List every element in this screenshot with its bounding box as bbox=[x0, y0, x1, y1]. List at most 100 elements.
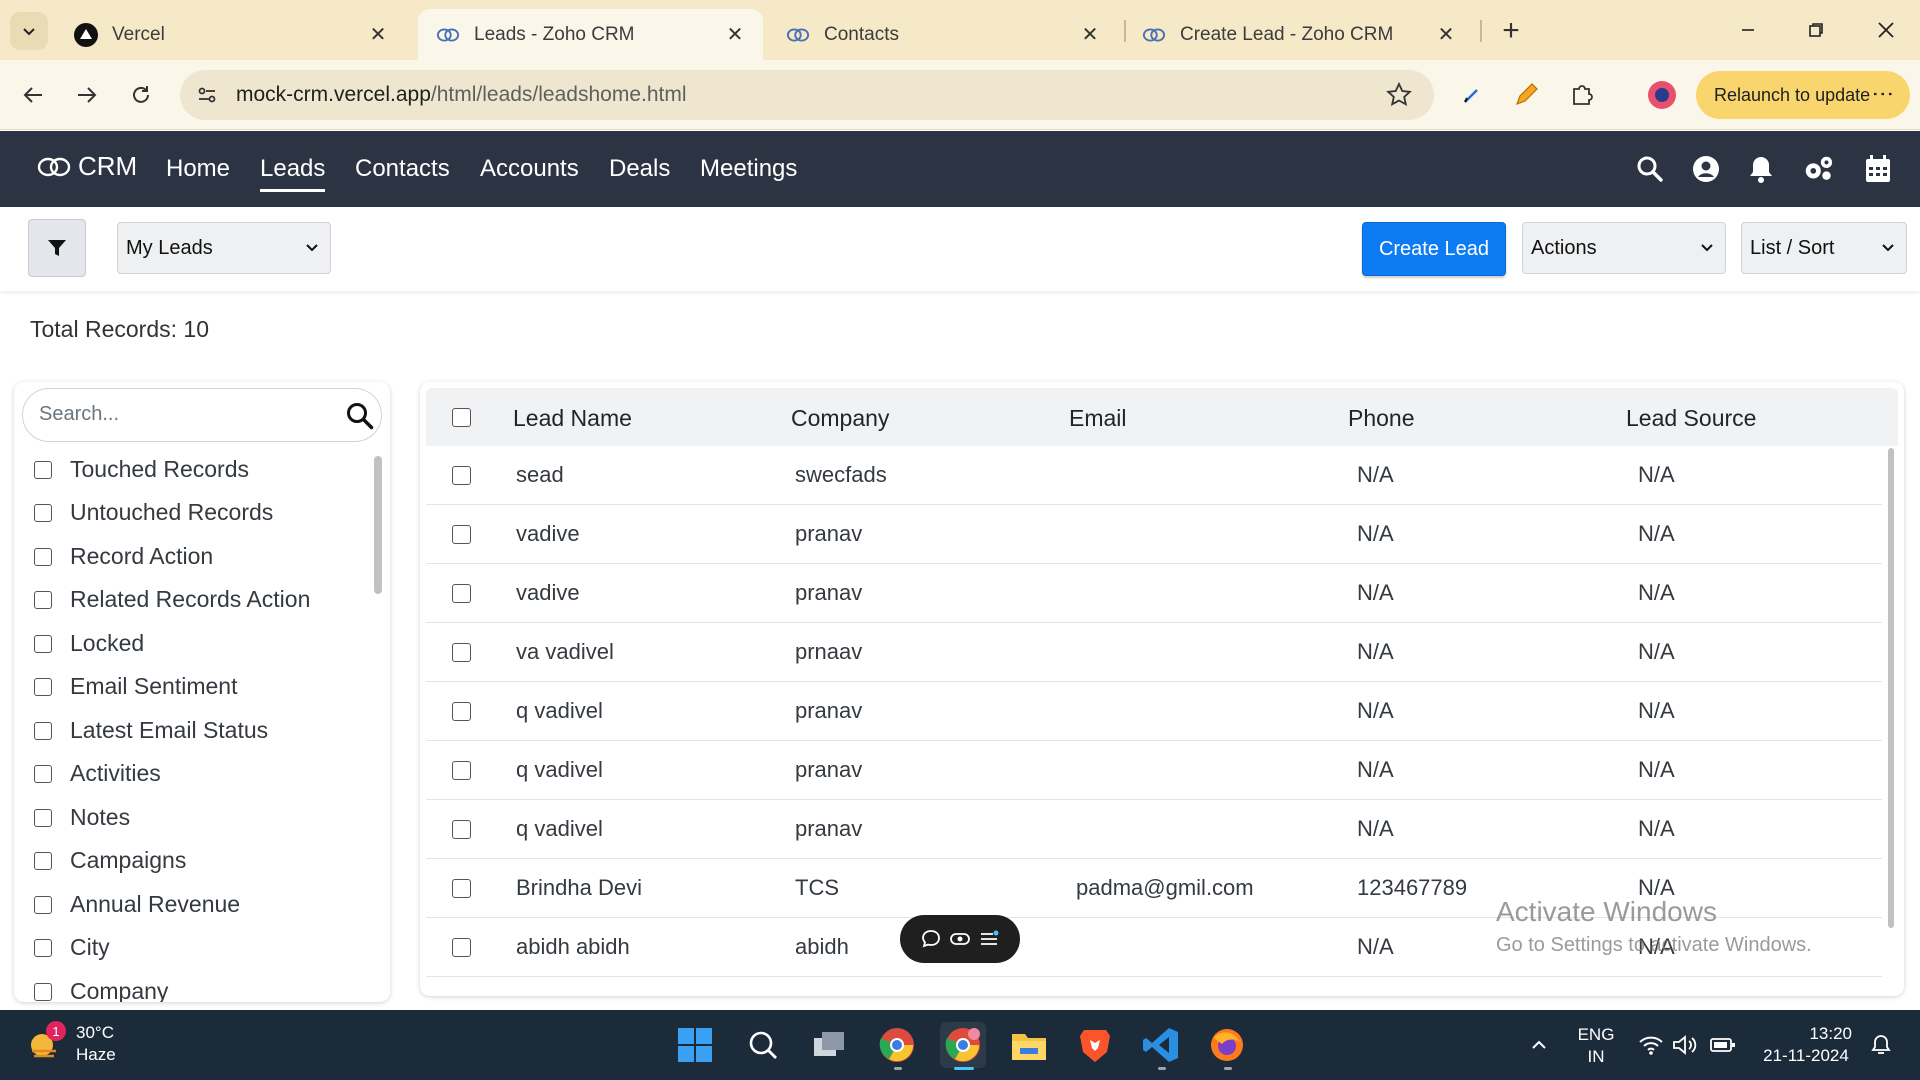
sidebar-search-input[interactable] bbox=[39, 403, 339, 426]
weather-widget[interactable]: 1 30°C Haze bbox=[26, 1021, 116, 1066]
battery-icon[interactable] bbox=[1710, 1032, 1736, 1058]
notification-bell-icon[interactable] bbox=[1868, 1032, 1894, 1058]
search-icon[interactable] bbox=[345, 401, 375, 431]
cell-lead-name[interactable]: sead bbox=[516, 462, 564, 488]
firefox-app[interactable] bbox=[1204, 1022, 1250, 1070]
nav-leads[interactable]: Leads bbox=[260, 155, 326, 192]
table-row[interactable]: q vadivel pranav N/A N/A bbox=[426, 741, 1882, 800]
eye-icon[interactable] bbox=[949, 928, 971, 950]
relaunch-update-button[interactable]: Relaunch to update ⋮ bbox=[1696, 71, 1910, 119]
tab-search-button[interactable] bbox=[10, 12, 48, 50]
column-header-phone[interactable]: Phone bbox=[1348, 405, 1415, 432]
cell-lead-name[interactable]: Brindha Devi bbox=[516, 875, 642, 901]
start-button[interactable] bbox=[672, 1022, 718, 1068]
file-explorer-app[interactable] bbox=[1006, 1022, 1052, 1068]
settings-gears-icon[interactable] bbox=[1802, 153, 1834, 185]
actions-select[interactable]: Actions bbox=[1522, 222, 1726, 274]
cell-lead-name[interactable]: vadive bbox=[516, 580, 580, 606]
vscode-app[interactable] bbox=[1138, 1022, 1184, 1070]
calendar-icon[interactable] bbox=[1862, 153, 1894, 185]
cell-lead-name[interactable]: vadive bbox=[516, 521, 580, 547]
row-checkbox[interactable] bbox=[452, 525, 471, 544]
extensions-puzzle-icon[interactable] bbox=[1564, 77, 1600, 113]
task-view-button[interactable] bbox=[806, 1022, 852, 1068]
tab-leads[interactable]: Leads - Zoho CRM ✕ bbox=[418, 9, 763, 60]
row-checkbox[interactable] bbox=[452, 879, 471, 898]
reload-button[interactable] bbox=[122, 76, 160, 114]
row-checkbox[interactable] bbox=[452, 820, 471, 839]
cell-lead-name[interactable]: abidh abidh bbox=[516, 934, 630, 960]
checkbox[interactable] bbox=[34, 982, 52, 1001]
checkbox[interactable] bbox=[34, 503, 52, 522]
new-tab-button[interactable]: + bbox=[1494, 14, 1528, 48]
row-checkbox[interactable] bbox=[452, 466, 471, 485]
sidebar-scroll-thumb[interactable] bbox=[374, 456, 382, 594]
row-checkbox[interactable] bbox=[452, 938, 471, 957]
kebab-menu-icon[interactable]: ⋮ bbox=[1871, 83, 1896, 103]
list-menu-icon[interactable] bbox=[978, 928, 1000, 950]
user-profile-icon[interactable] bbox=[1690, 153, 1722, 185]
taskbar-search[interactable] bbox=[740, 1022, 786, 1068]
cell-lead-name[interactable]: va vadivel bbox=[516, 639, 614, 665]
row-checkbox[interactable] bbox=[452, 643, 471, 662]
table-scroll-thumb[interactable] bbox=[1888, 448, 1894, 928]
nav-meetings[interactable]: Meetings bbox=[700, 155, 797, 183]
filter-latest-email-status[interactable]: Latest Email Status bbox=[34, 717, 268, 744]
create-lead-button[interactable]: Create Lead bbox=[1362, 222, 1506, 276]
minimize-button[interactable] bbox=[1718, 8, 1778, 52]
site-settings-icon[interactable] bbox=[194, 82, 220, 108]
cell-lead-name[interactable]: q vadivel bbox=[516, 757, 603, 783]
close-window-button[interactable] bbox=[1856, 8, 1916, 52]
filter-related-records-action[interactable]: Related Records Action bbox=[34, 586, 310, 613]
chrome-app[interactable] bbox=[874, 1022, 920, 1070]
table-row[interactable]: q vadivel pranav N/A N/A bbox=[426, 682, 1882, 741]
comment-icon[interactable] bbox=[920, 928, 942, 950]
nav-home[interactable]: Home bbox=[166, 155, 230, 183]
filter-campaigns[interactable]: Campaigns bbox=[34, 847, 186, 874]
back-button[interactable] bbox=[14, 76, 52, 114]
checkbox[interactable] bbox=[34, 808, 52, 827]
filter-touched-records[interactable]: Touched Records bbox=[34, 456, 249, 483]
crm-logo[interactable]: CRM bbox=[36, 151, 137, 182]
checkbox[interactable] bbox=[34, 590, 52, 609]
close-icon[interactable]: ✕ bbox=[721, 21, 749, 49]
checkbox[interactable] bbox=[34, 895, 52, 914]
chevron-up-icon[interactable] bbox=[1526, 1032, 1552, 1058]
filter-untouched-records[interactable]: Untouched Records bbox=[34, 499, 273, 526]
nav-contacts[interactable]: Contacts bbox=[355, 155, 450, 183]
filter-locked[interactable]: Locked bbox=[34, 630, 144, 657]
profile-avatar[interactable] bbox=[1644, 77, 1680, 113]
checkbox[interactable] bbox=[34, 460, 52, 479]
close-icon[interactable]: ✕ bbox=[1432, 21, 1460, 49]
star-icon[interactable] bbox=[1386, 82, 1412, 108]
brave-app[interactable] bbox=[1072, 1022, 1118, 1068]
filter-city[interactable]: City bbox=[34, 934, 110, 961]
checkbox[interactable] bbox=[34, 547, 52, 566]
filter-record-action[interactable]: Record Action bbox=[34, 543, 213, 570]
checkbox[interactable] bbox=[34, 938, 52, 957]
filter-email-sentiment[interactable]: Email Sentiment bbox=[34, 673, 237, 700]
pencil-extension-icon[interactable] bbox=[1508, 77, 1544, 113]
nav-accounts[interactable]: Accounts bbox=[480, 155, 579, 183]
checkbox[interactable] bbox=[34, 764, 52, 783]
cell-lead-name[interactable]: q vadivel bbox=[516, 816, 603, 842]
table-row[interactable]: sead swecfads N/A N/A bbox=[426, 446, 1882, 505]
language-indicator[interactable]: ENG IN bbox=[1576, 1024, 1616, 1068]
checkbox[interactable] bbox=[34, 851, 52, 870]
tab-vercel[interactable]: Vercel ✕ bbox=[56, 9, 406, 60]
row-checkbox[interactable] bbox=[452, 761, 471, 780]
clock[interactable]: 13:20 21-11-2024 bbox=[1756, 1023, 1856, 1067]
select-all-checkbox[interactable] bbox=[452, 408, 471, 427]
tab-create-lead[interactable]: Create Lead - Zoho CRM ✕ bbox=[1124, 9, 1474, 60]
view-select[interactable]: My Leads bbox=[117, 222, 331, 274]
bell-icon[interactable] bbox=[1745, 153, 1777, 185]
tab-contacts[interactable]: Contacts ✕ bbox=[768, 9, 1118, 60]
chrome-profile-app[interactable] bbox=[940, 1022, 986, 1070]
volume-icon[interactable] bbox=[1672, 1032, 1698, 1058]
checkbox[interactable] bbox=[34, 634, 52, 653]
table-row[interactable]: vadive pranav N/A N/A bbox=[426, 564, 1882, 623]
close-icon[interactable]: ✕ bbox=[364, 21, 392, 49]
column-header-email[interactable]: Email bbox=[1069, 405, 1127, 432]
wifi-icon[interactable] bbox=[1638, 1032, 1664, 1058]
pen-extension-icon[interactable] bbox=[1454, 77, 1490, 113]
